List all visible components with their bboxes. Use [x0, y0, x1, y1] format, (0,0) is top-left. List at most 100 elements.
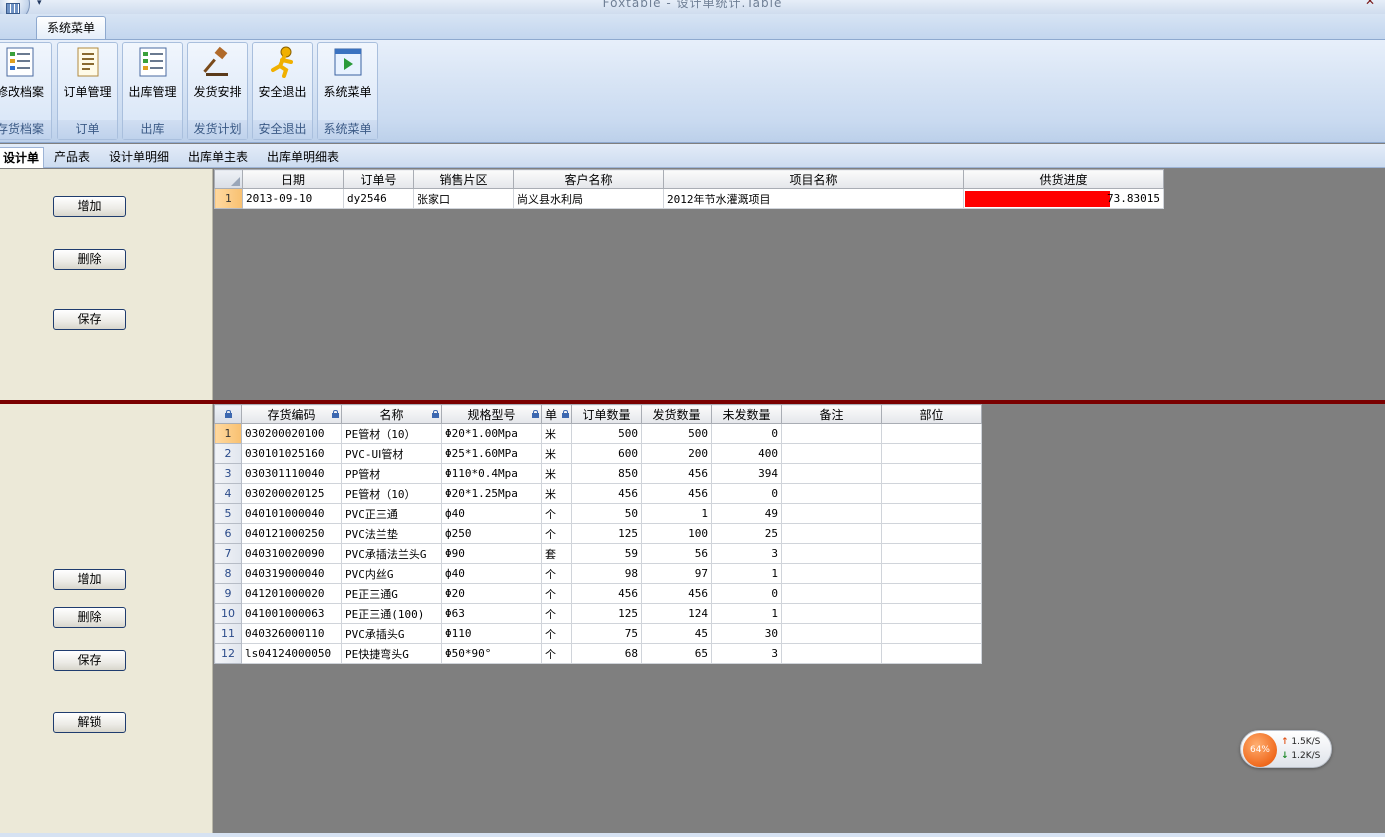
cell-name[interactable]: PE正三通G — [341, 583, 442, 604]
bottom-add-button[interactable]: 增加 — [53, 569, 126, 590]
cell-part[interactable] — [881, 583, 982, 604]
cell-name[interactable]: PVC内丝G — [341, 563, 442, 584]
cell-unit[interactable]: 个 — [541, 623, 572, 644]
cell-inventory-code[interactable]: 041201000020 — [241, 583, 342, 604]
grid-corner[interactable] — [214, 169, 243, 189]
cell-order-qty[interactable]: 456 — [571, 483, 642, 504]
cell-unshipped-qty[interactable]: 1 — [711, 603, 782, 624]
cell-inventory-code[interactable]: 030301110040 — [241, 463, 342, 484]
cell-name[interactable]: PE管材（10） — [341, 483, 442, 504]
row-number[interactable]: 10 — [214, 603, 242, 624]
design-order-detail-table[interactable]: 存货编码 名称 规格型号 单 订单数量 发货数量 未发数量 备注 部位 1 030… — [214, 404, 982, 664]
cell-order-qty[interactable]: 850 — [571, 463, 642, 484]
column-header[interactable]: 未发数量 — [711, 404, 782, 424]
column-header[interactable]: 客户名称 — [513, 169, 664, 189]
cell-inventory-code[interactable]: 040121000250 — [241, 523, 342, 544]
cell-name[interactable]: PE快捷弯头G — [341, 643, 442, 664]
cell-unshipped-qty[interactable]: 394 — [711, 463, 782, 484]
cell-unit[interactable]: 米 — [541, 463, 572, 484]
table-row[interactable]: 9 041201000020 PE正三通G Φ20 个 456 456 0 — [214, 583, 982, 604]
column-header[interactable]: 发货数量 — [641, 404, 712, 424]
table-row[interactable]: 12 ls04124000050 PE快捷弯头G Φ50*90° 个 68 65 3 — [214, 643, 982, 664]
cell-project-name[interactable]: 2012年节水灌溉项目 — [663, 188, 964, 209]
cell-remark[interactable] — [781, 563, 882, 584]
row-number[interactable]: 11 — [214, 623, 242, 644]
column-header[interactable]: 单 — [541, 404, 572, 424]
cell-remark[interactable] — [781, 643, 882, 664]
row-number[interactable]: 4 — [214, 483, 242, 504]
row-number[interactable]: 7 — [214, 543, 242, 564]
cell-date[interactable]: 2013-09-10 — [242, 188, 344, 209]
cell-spec[interactable]: Φ25*1.60MPa — [441, 443, 542, 464]
unlock-button[interactable]: 解锁 — [53, 712, 126, 733]
cell-unit[interactable]: 米 — [541, 423, 572, 444]
cell-part[interactable] — [881, 643, 982, 664]
row-number[interactable]: 5 — [214, 503, 242, 524]
row-number[interactable]: 2 — [214, 443, 242, 464]
cell-name[interactable]: PVC正三通 — [341, 503, 442, 524]
cell-spec[interactable]: Φ110 — [441, 623, 542, 644]
cell-shipped-qty[interactable]: 1 — [641, 503, 712, 524]
cell-order-qty[interactable]: 600 — [571, 443, 642, 464]
row-number[interactable]: 8 — [214, 563, 242, 584]
shipping-arrangement-button[interactable]: 发货安排 — [188, 43, 247, 121]
cell-order-qty[interactable]: 125 — [571, 603, 642, 624]
row-number[interactable]: 1 — [214, 188, 243, 209]
cell-sales-region[interactable]: 张家口 — [413, 188, 514, 209]
cell-unshipped-qty[interactable]: 0 — [711, 423, 782, 444]
cell-name[interactable]: PE正三通(100) — [341, 603, 442, 624]
cell-shipped-qty[interactable]: 97 — [641, 563, 712, 584]
cell-inventory-code[interactable]: 040101000040 — [241, 503, 342, 524]
cell-spec[interactable]: Φ50*90° — [441, 643, 542, 664]
cell-part[interactable] — [881, 503, 982, 524]
cell-unit[interactable]: 米 — [541, 483, 572, 504]
column-header[interactable]: 供货进度 — [963, 169, 1164, 189]
sheet-tab-products[interactable]: 产品表 — [50, 147, 94, 168]
cell-inventory-code[interactable]: 030101025160 — [241, 443, 342, 464]
column-header[interactable]: 销售片区 — [413, 169, 514, 189]
column-header[interactable]: 订单号 — [343, 169, 414, 189]
cell-spec[interactable]: Φ20*1.25Mpa — [441, 483, 542, 504]
ribbon-tab-system-menu[interactable]: 系统菜单 — [36, 16, 106, 40]
cell-name[interactable]: PVC法兰垫 — [341, 523, 442, 544]
cell-name[interactable]: PVC承插法兰头G — [341, 543, 442, 564]
table-row[interactable]: 8 040319000040 PVC内丝G ф40 个 98 97 1 — [214, 563, 982, 584]
design-order-table[interactable]: 日期 订单号 销售片区 客户名称 项目名称 供货进度 1 2013-09-10 … — [214, 169, 1164, 209]
cell-unit[interactable]: 个 — [541, 603, 572, 624]
outbound-management-button[interactable]: 出库管理 — [123, 43, 182, 121]
cell-order-qty[interactable]: 50 — [571, 503, 642, 524]
table-row[interactable]: 11 040326000110 PVC承插头G Φ110 个 75 45 30 — [214, 623, 982, 644]
cell-name[interactable]: PP管材 — [341, 463, 442, 484]
table-row[interactable]: 7 040310020090 PVC承插法兰头G Φ90 套 59 56 3 — [214, 543, 982, 564]
row-number[interactable]: 12 — [214, 643, 242, 664]
cell-remark[interactable] — [781, 423, 882, 444]
cell-unit[interactable]: 个 — [541, 503, 572, 524]
cell-name[interactable]: PVC承插头G — [341, 623, 442, 644]
table-row[interactable]: 10 041001000063 PE正三通(100) Φ63 个 125 124 1 — [214, 603, 982, 624]
cell-unit[interactable]: 个 — [541, 523, 572, 544]
cell-inventory-code[interactable]: 040326000110 — [241, 623, 342, 644]
cell-spec[interactable]: Φ20*1.00Mpa — [441, 423, 542, 444]
bottom-save-button[interactable]: 保存 — [53, 650, 126, 671]
cell-name[interactable]: PVC-UⅠ管材 — [341, 443, 442, 464]
cell-remark[interactable] — [781, 483, 882, 504]
cell-remark[interactable] — [781, 603, 882, 624]
cell-remark[interactable] — [781, 463, 882, 484]
column-header[interactable]: 部位 — [881, 404, 982, 424]
cell-order-qty[interactable]: 98 — [571, 563, 642, 584]
cell-part[interactable] — [881, 523, 982, 544]
cell-shipped-qty[interactable]: 500 — [641, 423, 712, 444]
cell-spec[interactable]: ф40 — [441, 563, 542, 584]
sheet-tab-outbound-master[interactable]: 出库单主表 — [184, 147, 252, 168]
cell-shipped-qty[interactable]: 65 — [641, 643, 712, 664]
cell-remark[interactable] — [781, 583, 882, 604]
cell-unshipped-qty[interactable]: 400 — [711, 443, 782, 464]
cell-customer-name[interactable]: 尚义县水利局 — [513, 188, 664, 209]
cell-order-qty[interactable]: 125 — [571, 523, 642, 544]
cell-name[interactable]: PE管材（10） — [341, 423, 442, 444]
table-row[interactable]: 1 030200020100 PE管材（10） Φ20*1.00Mpa 米 500 500 0 — [214, 423, 982, 444]
grid-corner[interactable] — [214, 404, 242, 424]
cell-order-qty[interactable]: 456 — [571, 583, 642, 604]
table-row[interactable]: 1 2013-09-10 dy2546 张家口 尚义县水利局 2012年节水灌溉… — [214, 188, 1164, 209]
column-header[interactable]: 日期 — [242, 169, 344, 189]
